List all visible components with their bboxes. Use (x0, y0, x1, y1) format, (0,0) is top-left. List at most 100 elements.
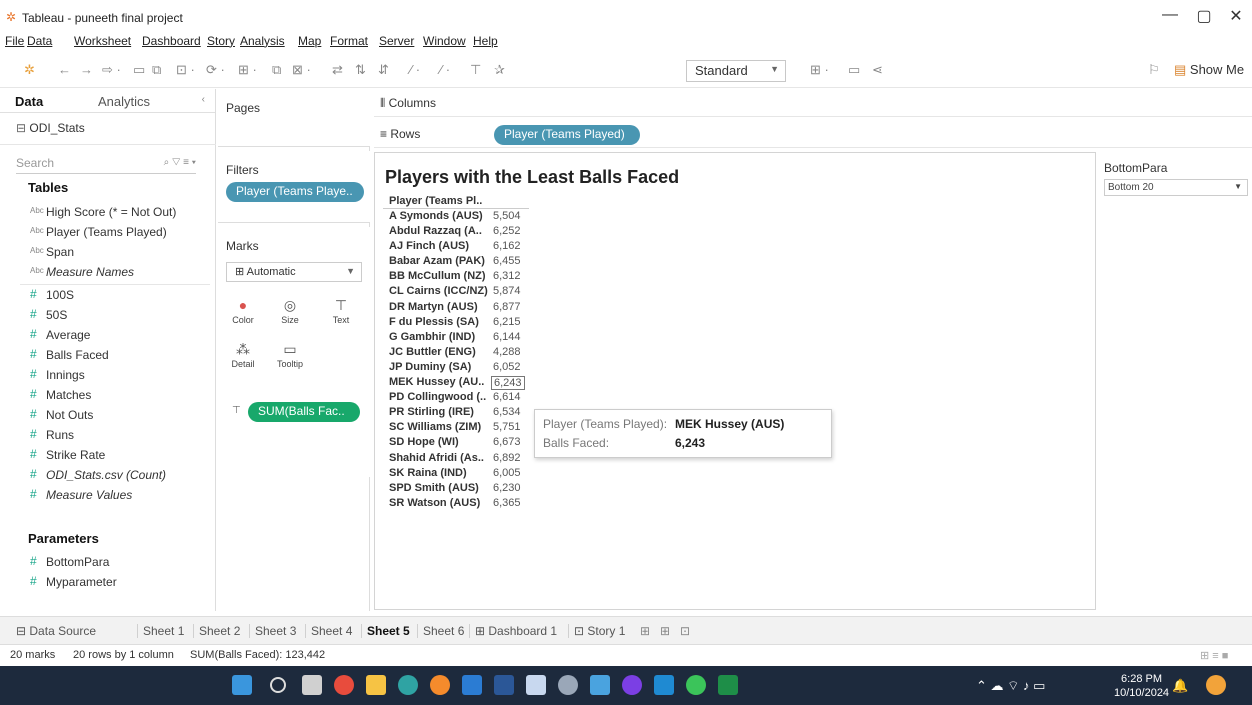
view-canvas[interactable]: Players with the Least Balls Faced Playe… (374, 152, 1096, 610)
mark-type-dropdown[interactable]: ⊞ Automatic ▼ (226, 262, 362, 282)
tab-sheet-1[interactable]: Sheet 1 (137, 624, 184, 638)
tooltip-icon[interactable]: ▭ (848, 62, 860, 78)
duplicate-icon[interactable]: ⧉ (272, 62, 281, 78)
row-balls-faced-value[interactable]: 4,288 (491, 346, 523, 358)
row-balls-faced-value[interactable]: 6,230 (491, 482, 523, 494)
save-icon[interactable]: ▭ (133, 62, 145, 78)
row-balls-faced-value[interactable]: 5,874 (491, 285, 523, 297)
tableau-taskbar-icon[interactable] (526, 675, 546, 695)
tab-story-1[interactable]: ⊡ Story 1 (568, 624, 625, 638)
table-row[interactable]: JP Duminy (SA) 6,052 (383, 360, 529, 375)
table-row[interactable]: PR Stirling (IRE) 6,534 (383, 405, 529, 420)
filter-pill-player[interactable]: Player (Teams Playe.. (226, 182, 364, 202)
row-balls-faced-value[interactable]: 6,534 (491, 406, 523, 418)
table-row[interactable]: A Symonds (AUS) 5,504 (383, 209, 529, 224)
table-row[interactable]: MEK Hussey (AU.. 6,243 (383, 375, 529, 391)
copilot-icon[interactable] (1206, 675, 1226, 695)
collapse-icon[interactable]: ‹ (202, 94, 205, 105)
share-icon[interactable]: ⋖ (872, 62, 883, 78)
back-icon[interactable]: ← (58, 62, 71, 78)
table-row[interactable]: SPD Smith (AUS) 6,230 (383, 481, 529, 496)
presentation-icon[interactable]: ⊞ · (810, 62, 829, 78)
menu-file[interactable]: File (5, 34, 24, 48)
photos-icon[interactable] (590, 675, 610, 695)
rows-pill-player[interactable]: Player (Teams Played) (494, 125, 640, 145)
menu-window[interactable]: Window (423, 34, 466, 48)
tab-analytics[interactable]: Analytics (98, 94, 150, 109)
row-balls-faced-value[interactable]: 6,252 (491, 225, 523, 237)
menu-worksheet[interactable]: Worksheet (74, 34, 131, 48)
row-balls-faced-value[interactable]: 6,877 (491, 301, 523, 313)
tab-sheet-4[interactable]: Sheet 4 (305, 624, 352, 638)
row-balls-faced-value[interactable]: 6,455 (491, 255, 523, 267)
table-row[interactable]: Abdul Razzaq (A.. 6,252 (383, 224, 529, 239)
chrome-icon[interactable] (334, 675, 354, 695)
new-story-tab-icon[interactable]: ⊡ (680, 624, 690, 638)
swap-icon[interactable]: ⇄ (332, 62, 343, 78)
tab-sheet-2[interactable]: Sheet 2 (193, 624, 240, 638)
comment-icon[interactable]: ⚐ (1148, 62, 1160, 78)
excel-icon[interactable] (718, 675, 738, 695)
tab-data-source[interactable]: ⊟ Data Source (16, 624, 96, 638)
table-row[interactable]: DR Martyn (AUS) 6,877 (383, 300, 529, 315)
row-balls-faced-value[interactable]: 5,751 (491, 421, 523, 433)
minimize-button[interactable]: — (1160, 6, 1180, 24)
row-balls-faced-value[interactable]: 6,673 (491, 436, 523, 448)
restore-button[interactable]: ▢ (1194, 6, 1214, 26)
labels-icon[interactable]: ⊤ (470, 62, 481, 78)
settings-icon[interactable] (558, 675, 578, 695)
rows-shelf[interactable]: ≡ Rows Player (Teams Played) (374, 120, 1252, 148)
menu-map[interactable]: Map (298, 34, 321, 48)
row-balls-faced-value[interactable]: 6,005 (491, 467, 523, 479)
file-explorer-icon[interactable] (366, 675, 386, 695)
parameter-dropdown[interactable]: Bottom 20 ▼ (1104, 179, 1248, 196)
format-icon[interactable]: ⁄ · (440, 62, 450, 78)
search-icon[interactable] (270, 677, 286, 693)
row-balls-faced-value[interactable]: 6,243 (491, 376, 525, 391)
menu-help[interactable]: Help (473, 34, 498, 48)
menu-format[interactable]: Format (330, 34, 368, 48)
table-row[interactable]: SC Williams (ZIM) 5,751 (383, 420, 529, 435)
row-balls-faced-value[interactable]: 6,892 (491, 452, 523, 464)
tableau-home-icon[interactable]: ✲ (24, 62, 35, 78)
start-icon[interactable] (232, 675, 252, 695)
data-source-item[interactable]: ⊟ ODI_Stats (16, 121, 85, 135)
table-row[interactable]: CL Cairns (ICC/NZ) 5,874 (383, 284, 529, 299)
word-icon[interactable] (494, 675, 514, 695)
menu-dashboard[interactable]: Dashboard (142, 34, 201, 48)
row-balls-faced-value[interactable]: 6,052 (491, 361, 523, 373)
firefox-icon[interactable] (430, 675, 450, 695)
menu-server[interactable]: Server (379, 34, 414, 48)
row-balls-faced-value[interactable]: 6,162 (491, 240, 523, 252)
search-icon[interactable]: ⌕ ▽ ≡ ▾ (164, 157, 196, 168)
whatsapp-icon[interactable] (686, 675, 706, 695)
row-balls-faced-value[interactable]: 6,144 (491, 331, 523, 343)
text-button[interactable]: ⊤ Text (324, 295, 358, 333)
menu-data[interactable]: Data (27, 34, 52, 48)
detail-button[interactable]: ⁂ Detail (226, 339, 260, 377)
view-toggle-icon[interactable]: ⊞ ≡ ■ (1200, 649, 1228, 662)
column-header[interactable]: Player (Teams Pl.. (383, 195, 529, 209)
system-tray[interactable]: ⌃ ☁ ⌔ ♪ ▭ (976, 678, 1045, 694)
close-button[interactable]: ✕ (1226, 6, 1246, 26)
taskbar-clock[interactable]: 6:28 PM 10/10/2024 (1114, 672, 1169, 700)
tab-sheet-3[interactable]: Sheet 3 (249, 624, 296, 638)
show-me-button[interactable]: ▤ Show Me (1174, 62, 1244, 78)
row-balls-faced-value[interactable]: 6,365 (491, 497, 523, 509)
edge-icon[interactable] (398, 675, 418, 695)
outlook-icon[interactable] (462, 675, 482, 695)
fit-dropdown[interactable]: Standard ▼ (686, 60, 786, 82)
tooltip-button[interactable]: ▭ Tooltip (273, 339, 307, 377)
text-pill-balls-faced[interactable]: SUM(Balls Fac.. (248, 402, 360, 422)
table-row[interactable]: AJ Finch (AUS) 6,162 (383, 239, 529, 254)
highlight-icon[interactable]: ⁄ · (410, 62, 420, 78)
refresh-icon[interactable]: ⟳ · (206, 62, 225, 78)
tab-sheet-6[interactable]: Sheet 6 (417, 624, 464, 638)
task-view-icon[interactable] (302, 675, 322, 695)
row-balls-faced-value[interactable]: 5,504 (491, 210, 523, 222)
new-sheet-icon[interactable]: ⊡ · (176, 62, 195, 78)
new-dashboard-tab-icon[interactable]: ⊞ (660, 624, 670, 638)
table-row[interactable]: JC Buttler (ENG) 4,288 (383, 345, 529, 360)
notification-bell-icon[interactable]: 🔔 (1172, 678, 1188, 694)
table-row[interactable]: SK Raina (IND) 6,005 (383, 466, 529, 481)
